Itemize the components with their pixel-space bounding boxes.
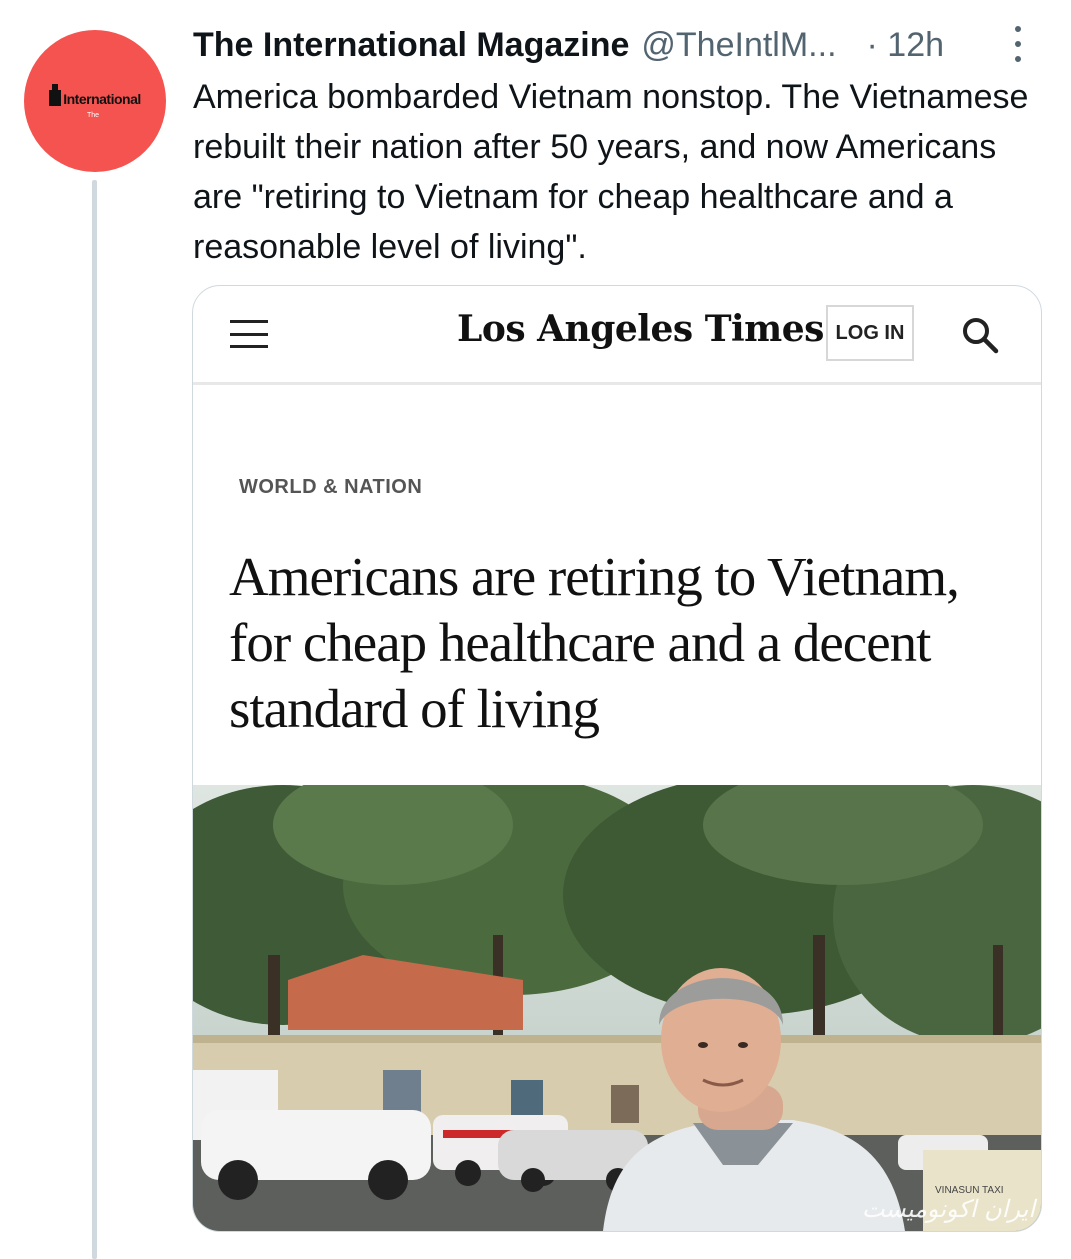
author-handle[interactable]: @TheIntlM... xyxy=(641,26,836,65)
author-avatar[interactable]: International The xyxy=(24,30,166,172)
hamburger-menu-icon[interactable] xyxy=(230,320,268,348)
more-icon[interactable] xyxy=(1012,26,1024,62)
article-headline[interactable]: Americans are retiring to Vietnam, for c… xyxy=(229,544,1009,742)
tweet-time[interactable]: · 12h xyxy=(867,26,945,65)
tweet-text: America bombarded Vietnam nonstop. The V… xyxy=(193,78,1029,266)
tweet-header: The International Magazine @TheIntlM... … xyxy=(193,22,1053,68)
thread-line xyxy=(92,180,97,1259)
logo-sup: The xyxy=(87,112,100,119)
search-icon[interactable] xyxy=(961,316,999,354)
article-nav: Los Angeles Times LOG IN xyxy=(193,286,1041,385)
author-name[interactable]: The International Magazine xyxy=(193,26,629,65)
login-button[interactable]: LOG IN xyxy=(826,305,914,361)
logo-mark-icon xyxy=(49,84,62,106)
magazine-logo: International xyxy=(49,84,141,107)
photo-scene: VINASUN TAXI ایران اکونومیست xyxy=(193,785,1041,1231)
article-photo: VINASUN TAXI ایران اکونومیست xyxy=(193,785,1041,1231)
logo-text: International xyxy=(63,91,141,107)
photo-watermark: ایران اکونومیست xyxy=(862,1195,1037,1223)
section-label[interactable]: WORLD & NATION xyxy=(239,476,422,499)
masthead: Los Angeles Times xyxy=(457,308,824,350)
link-card[interactable]: Los Angeles Times LOG IN WORLD & NATION … xyxy=(192,285,1042,1232)
